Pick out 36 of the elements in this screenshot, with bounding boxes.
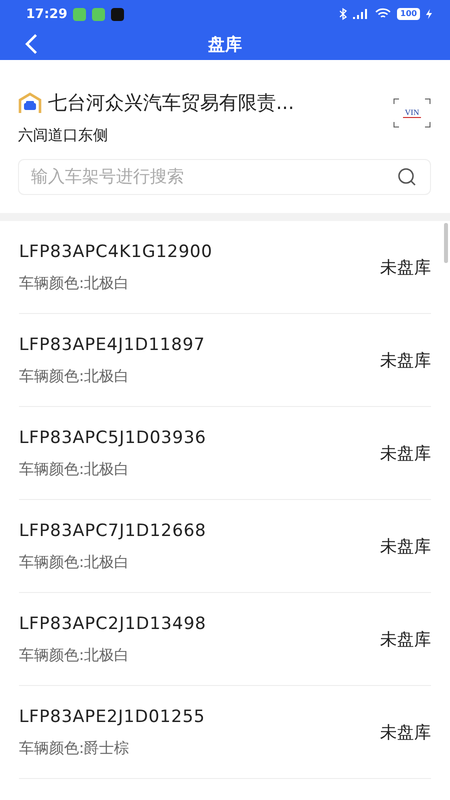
garage-car-icon: [18, 92, 42, 114]
vehicle-vin: LFP83APC5J1D03936: [19, 428, 206, 448]
inventory-status: 未盘库: [380, 536, 431, 558]
vehicle-color: 车辆颜色:北极白: [19, 552, 130, 572]
status-time: 17:29: [26, 6, 68, 22]
vin-scan-button[interactable]: VIN: [393, 98, 431, 129]
signal-icon: [353, 9, 370, 19]
battery-level: 100: [397, 8, 420, 20]
search-icon[interactable]: [397, 167, 417, 187]
page-title: 盘库: [208, 34, 242, 56]
vehicle-color: 车辆颜色:北极白: [19, 274, 130, 292]
bluetooth-icon: [339, 8, 348, 20]
vehicle-vin: LFP83APC4K1G12900: [19, 242, 212, 262]
inventory-status: 未盘库: [380, 256, 431, 278]
inventory-status: 未盘库: [380, 722, 431, 744]
vehicle-vin: LFP83APE2J1D01255: [19, 706, 206, 726]
vehicle-color: 车辆颜色:北极白: [19, 366, 130, 386]
app-icon: [111, 8, 124, 20]
vehicle-vin: LFP83APC2J1D13498: [19, 614, 206, 634]
vehicle-color: 车辆颜色:北极白: [19, 460, 130, 478]
inventory-status: 未盘库: [380, 442, 431, 464]
vehicle-vin: LFP83APC7J1D12668: [19, 520, 206, 540]
store-name: 七台河众兴汽车贸易有限责...: [48, 91, 294, 116]
vehicle-vin: LFP83APE4J1D11897: [19, 334, 206, 354]
back-icon[interactable]: [24, 33, 38, 55]
charging-icon: [426, 9, 432, 19]
inventory-status: 未盘库: [380, 628, 431, 650]
inventory-status: 未盘库: [380, 350, 431, 372]
wifi-icon: [375, 8, 392, 20]
search-field[interactable]: 输入车架号进行搜索: [18, 159, 431, 195]
app-icon: [92, 8, 106, 20]
store-location: 六闾道口东侧: [18, 126, 109, 145]
scrollbar: [444, 223, 448, 263]
vehicle-color: 车辆颜色:爵士棕: [19, 738, 130, 758]
vehicle-color: 车辆颜色:北极白: [19, 646, 130, 664]
app-icon: [73, 8, 86, 20]
